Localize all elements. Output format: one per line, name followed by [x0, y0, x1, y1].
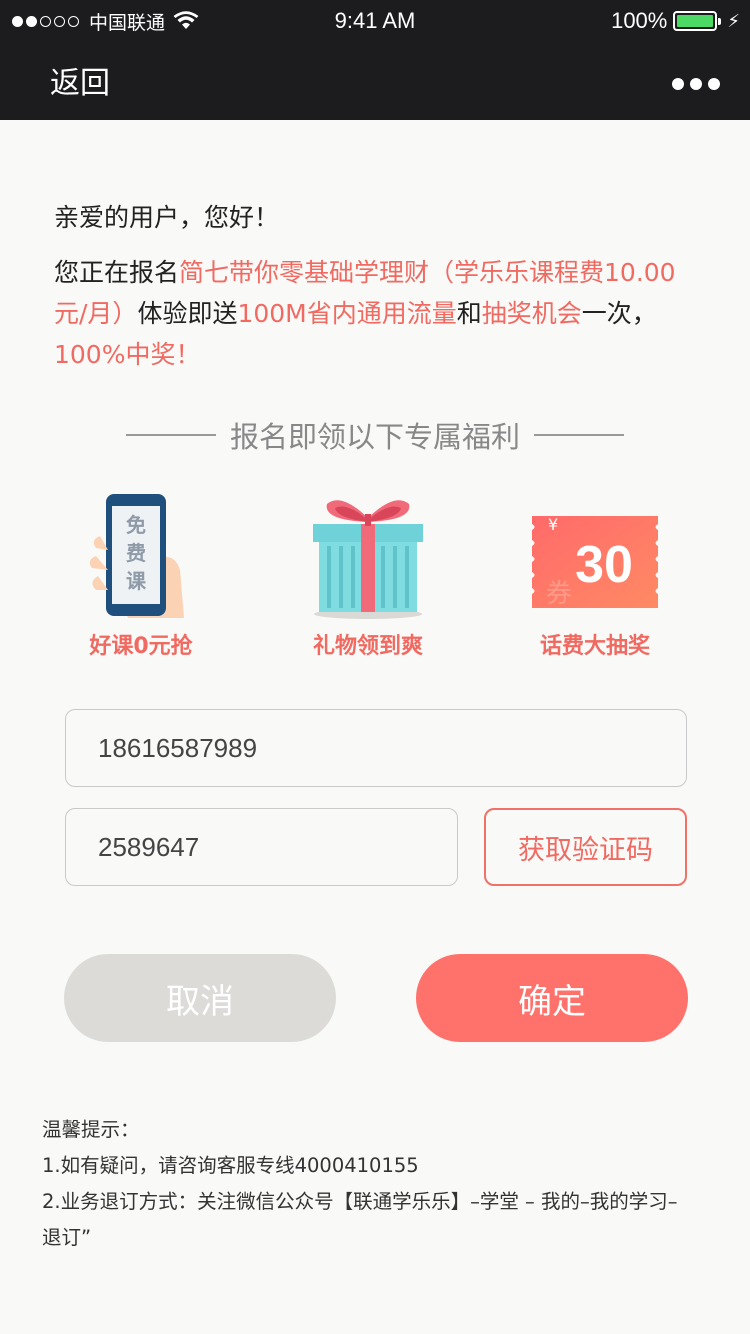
- benefit-free-course: 免 费 课 好课0元抢: [56, 490, 226, 660]
- tips-line: 1.如有疑问，请咨询客服专线4000410155: [42, 1154, 419, 1177]
- tips-line: 2.业务退订方式：关注微信公众号【联通学乐乐】–学堂 – 我的–我的学习–退订”: [42, 1190, 678, 1249]
- verification-code-input[interactable]: 2589647: [65, 808, 458, 886]
- status-bar: 中国联通 9:41 AM 100% ⚡︎: [0, 0, 750, 42]
- more-options-icon[interactable]: [672, 78, 720, 90]
- win-rate: 100%中奖！: [54, 340, 201, 369]
- status-right: 100% ⚡︎: [611, 8, 740, 34]
- benefit-label: 话费大抽奖: [539, 634, 650, 659]
- phone-input[interactable]: 18616587989: [65, 709, 687, 787]
- tips-section: 温馨提示： 1.如有疑问，请咨询客服专线4000410155 2.业务退订方式：…: [42, 1112, 682, 1256]
- battery-icon: [673, 11, 722, 31]
- intro-text: 和: [456, 299, 482, 328]
- benefits-heading: 报名即领以下专属福利: [0, 414, 750, 456]
- tips-title: 温馨提示：: [42, 1118, 140, 1141]
- intro-text: 体验即送: [137, 299, 238, 328]
- greeting-text: 亲爱的用户，您好！: [54, 203, 280, 232]
- back-button[interactable]: 返回: [50, 58, 110, 102]
- benefit-lottery: 券 ¥ 30 话费大抽奖: [510, 490, 680, 660]
- divider-line: [534, 434, 624, 436]
- coupon-icon: 券 ¥ 30: [510, 490, 680, 622]
- intro-paragraph: 您正在报名简七带你零基础学理财（学乐乐课程费10.00元/月）体验即送100M省…: [54, 252, 694, 375]
- confirm-button[interactable]: 确定: [416, 954, 688, 1042]
- phone-hand-icon: 免 费 课: [56, 490, 226, 622]
- battery-percent: 100%: [611, 8, 668, 33]
- gift-box-icon: [283, 490, 453, 622]
- benefits-heading-text: 报名即领以下专属福利: [229, 420, 520, 454]
- data-gift: 100M省内通用流量: [237, 299, 457, 328]
- navigation-bar: 返回: [0, 42, 750, 120]
- get-code-button[interactable]: 获取验证码: [484, 808, 687, 886]
- intro-text: 您正在报名: [54, 258, 180, 287]
- intro-text: 一次，: [581, 299, 657, 328]
- currency-symbol: ¥: [548, 515, 558, 534]
- phone-text-2: 费: [126, 541, 146, 565]
- phone-text-1: 免: [126, 513, 146, 537]
- benefit-label: 礼物领到爽: [312, 634, 423, 659]
- cancel-button[interactable]: 取消: [64, 954, 336, 1042]
- divider-line: [125, 434, 216, 436]
- phone-text-3: 课: [126, 569, 147, 593]
- coupon-char: 券: [546, 579, 572, 609]
- benefit-gift: 礼物领到爽: [283, 490, 453, 660]
- lottery-chance: 抽奖机会: [481, 299, 582, 328]
- coupon-value: 30: [575, 536, 633, 594]
- charging-icon: ⚡︎: [727, 10, 740, 31]
- benefit-label: 好课0元抢: [89, 634, 193, 659]
